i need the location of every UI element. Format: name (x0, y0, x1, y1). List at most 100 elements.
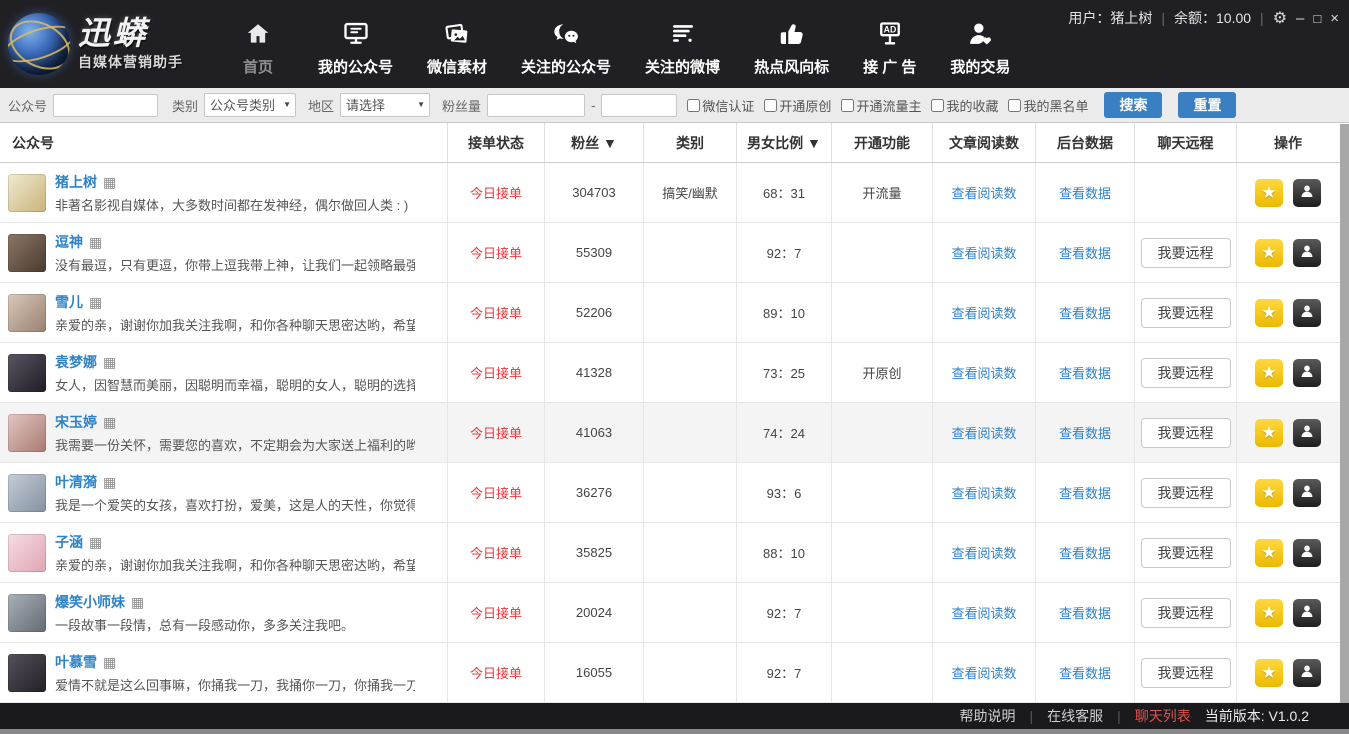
qr-code-icon[interactable]: ▦ (103, 655, 116, 669)
contact-person-button[interactable] (1293, 239, 1321, 267)
contact-person-button[interactable] (1293, 419, 1321, 447)
nav-item-my-accounts[interactable]: 我的公众号 (318, 18, 393, 77)
qr-code-icon[interactable]: ▦ (89, 295, 102, 309)
view-reads-link[interactable]: 查看阅读数 (951, 663, 1016, 682)
col-header-fans-sort[interactable]: 粉丝 ▼ (545, 123, 644, 162)
remote-button[interactable]: 我要远程 (1141, 478, 1231, 508)
contact-person-button[interactable] (1293, 299, 1321, 327)
online-support-link[interactable]: 在线客服 (1047, 706, 1103, 726)
favorite-star-button[interactable]: ★ (1255, 179, 1283, 207)
account-name-link[interactable]: 逗神 (55, 232, 83, 252)
qr-code-icon[interactable]: ▦ (103, 475, 116, 489)
favorite-star-button[interactable]: ★ (1255, 539, 1283, 567)
account-name-link[interactable]: 叶慕雪 (55, 652, 97, 672)
favorite-star-button[interactable]: ★ (1255, 419, 1283, 447)
remote-button[interactable]: 我要远程 (1141, 538, 1231, 568)
category-select[interactable]: 公众号类别 (204, 93, 296, 117)
view-data-link[interactable]: 查看数据 (1059, 483, 1111, 502)
region-select[interactable]: 请选择 (340, 93, 430, 117)
account-name-link[interactable]: 子涵 (55, 532, 83, 552)
account-name-link[interactable]: 爆笑小师妹 (55, 592, 125, 612)
qr-code-icon[interactable]: ▦ (89, 535, 102, 549)
my-blacklist-checkbox[interactable] (1008, 99, 1021, 112)
view-reads-link[interactable]: 查看阅读数 (951, 363, 1016, 382)
account-name-link[interactable]: 猪上树 (55, 172, 97, 192)
remote-button[interactable]: 我要远程 (1141, 418, 1231, 448)
qr-code-icon[interactable]: ▦ (103, 355, 116, 369)
contact-person-button[interactable] (1293, 599, 1321, 627)
favorite-star-button[interactable]: ★ (1255, 659, 1283, 687)
contact-person-button[interactable] (1293, 659, 1321, 687)
nav-item-wechat-materials[interactable]: 微信素材 (427, 18, 487, 77)
qr-code-icon[interactable]: ▦ (89, 235, 102, 249)
remote-button[interactable]: 我要远程 (1141, 238, 1231, 268)
wechat-verified-checkbox[interactable] (687, 99, 700, 112)
view-data-link[interactable]: 查看数据 (1059, 243, 1111, 262)
account-input[interactable] (53, 94, 158, 117)
account-description: 亲爱的亲，谢谢你加我关注我啊，和你各种聊天思密达哟，希望你能 (55, 315, 415, 334)
qr-code-icon[interactable]: ▦ (103, 415, 116, 429)
minimize-button[interactable]: – (1296, 11, 1304, 26)
view-data-link[interactable]: 查看数据 (1059, 543, 1111, 562)
view-reads-link[interactable]: 查看阅读数 (951, 303, 1016, 322)
settings-gear-icon[interactable]: ⚙ (1273, 11, 1287, 26)
view-reads-link[interactable]: 查看阅读数 (951, 243, 1016, 262)
titlebar-user-info: 用户：猪上树 | 余额：10.00 | ⚙ – □ × (1068, 8, 1339, 28)
favorite-star-button[interactable]: ★ (1255, 239, 1283, 267)
nav-item-hot-trends[interactable]: 热点风向标 (754, 18, 829, 77)
view-data-link[interactable]: 查看数据 (1059, 303, 1111, 322)
account-name-link[interactable]: 雪儿 (55, 292, 83, 312)
favorite-star-button[interactable]: ★ (1255, 359, 1283, 387)
search-button[interactable]: 搜索 (1104, 92, 1162, 118)
nav-item-my-trades[interactable]: 我的交易 (950, 18, 1010, 77)
account-name-link[interactable]: 叶清漪 (55, 472, 97, 492)
reset-button[interactable]: 重置 (1178, 92, 1236, 118)
checkbox-wechat-verified[interactable]: 微信认证 (687, 96, 754, 115)
remote-button[interactable]: 我要远程 (1141, 298, 1231, 328)
fans-min-input[interactable] (487, 94, 585, 117)
nav-item-followed-weibo[interactable]: 关注的微博 (645, 18, 720, 77)
view-data-link[interactable]: 查看数据 (1059, 363, 1111, 382)
my-favorites-checkbox[interactable] (931, 99, 944, 112)
col-header-gender-ratio-sort[interactable]: 男女比例 ▼ (737, 123, 832, 162)
account-name-link[interactable]: 袁梦娜 (55, 352, 97, 372)
view-reads-link[interactable]: 查看阅读数 (951, 483, 1016, 502)
traffic-enabled-checkbox[interactable] (841, 99, 854, 112)
account-name-link[interactable]: 宋玉婷 (55, 412, 97, 432)
view-data-link[interactable]: 查看数据 (1059, 423, 1111, 442)
view-reads-link[interactable]: 查看阅读数 (951, 603, 1016, 622)
close-button[interactable]: × (1330, 11, 1339, 26)
fans-max-input[interactable] (601, 94, 677, 117)
favorite-star-button[interactable]: ★ (1255, 599, 1283, 627)
chat-list-link[interactable]: 聊天列表 (1135, 706, 1191, 726)
nav-item-followed-accounts[interactable]: 关注的公众号 (521, 18, 611, 77)
contact-person-button[interactable] (1293, 539, 1321, 567)
nav-item-home[interactable]: 首页 (232, 18, 284, 77)
help-link[interactable]: 帮助说明 (959, 706, 1015, 726)
view-reads-link[interactable]: 查看阅读数 (951, 423, 1016, 442)
favorite-star-button[interactable]: ★ (1255, 479, 1283, 507)
contact-person-button[interactable] (1293, 479, 1321, 507)
contact-person-button[interactable] (1293, 179, 1321, 207)
thumbs-up-icon (777, 18, 807, 50)
qr-code-icon[interactable]: ▦ (131, 595, 144, 609)
vertical-scrollbar[interactable] (1340, 124, 1349, 703)
checkbox-original-enabled[interactable]: 开通原创 (764, 96, 831, 115)
view-data-link[interactable]: 查看数据 (1059, 663, 1111, 682)
remote-button[interactable]: 我要远程 (1141, 598, 1231, 628)
checkbox-my-favorites[interactable]: 我的收藏 (931, 96, 998, 115)
maximize-button[interactable]: □ (1313, 11, 1321, 26)
checkbox-traffic-enabled[interactable]: 开通流量主 (841, 96, 921, 115)
view-reads-link[interactable]: 查看阅读数 (951, 183, 1016, 202)
remote-button[interactable]: 我要远程 (1141, 658, 1231, 688)
view-reads-link[interactable]: 查看阅读数 (951, 543, 1016, 562)
nav-item-ads[interactable]: AD 接 广 告 (863, 18, 916, 77)
original-enabled-checkbox[interactable] (764, 99, 777, 112)
contact-person-button[interactable] (1293, 359, 1321, 387)
qr-code-icon[interactable]: ▦ (103, 175, 116, 189)
favorite-star-button[interactable]: ★ (1255, 299, 1283, 327)
checkbox-my-blacklist[interactable]: 我的黑名单 (1008, 96, 1088, 115)
view-data-link[interactable]: 查看数据 (1059, 183, 1111, 202)
remote-button[interactable]: 我要远程 (1141, 358, 1231, 388)
view-data-link[interactable]: 查看数据 (1059, 603, 1111, 622)
